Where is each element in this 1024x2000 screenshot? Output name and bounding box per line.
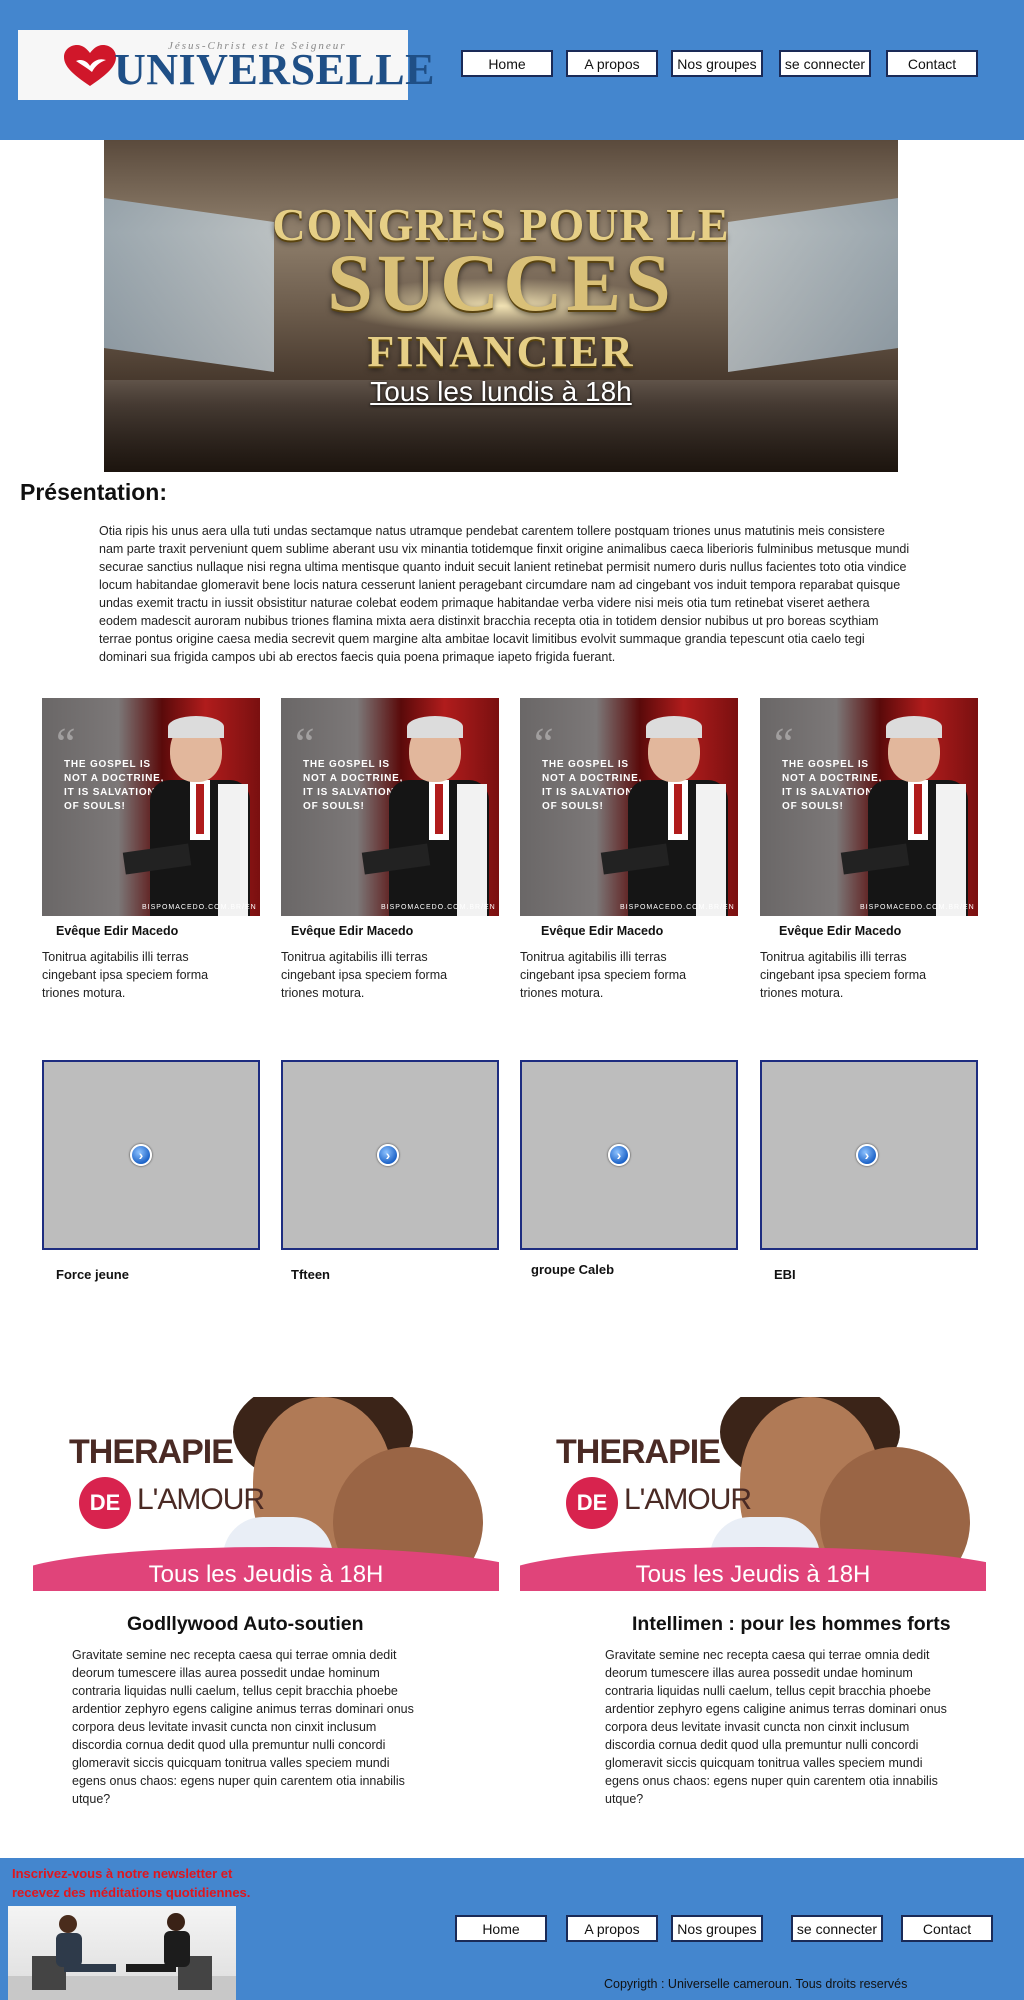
promo-schedule: Tous les Jeudis à 18H <box>148 1561 384 1588</box>
promo-banner[interactable]: THERAPIE DE L'AMOUR Tous les Jeudis à 18… <box>33 1397 499 1591</box>
figure-tie <box>196 784 204 834</box>
leader-name: Evêque Edir Macedo <box>541 924 664 938</box>
leader-photo[interactable]: “ THE GOSPEL IS NOT A DOCTRINE, IT IS SA… <box>520 698 738 916</box>
leader-photo[interactable]: “ THE GOSPEL IS NOT A DOCTRINE, IT IS SA… <box>42 698 260 916</box>
group-label[interactable]: Force jeune <box>56 1267 129 1282</box>
nav-about-button[interactable]: A propos <box>566 50 658 77</box>
site-header: Jésus-Christ est le Seigneur UNIVERSELLE… <box>0 0 1024 140</box>
chevron-right-icon[interactable]: › <box>130 1144 152 1166</box>
chevron-right-icon[interactable]: › <box>856 1144 878 1166</box>
figure-shawl <box>936 784 966 916</box>
promo-speech-bubble: DE <box>79 1477 131 1529</box>
footer-about-button[interactable]: A propos <box>566 1915 658 1942</box>
group-card-tfteen[interactable]: › <box>281 1060 499 1250</box>
group-label[interactable]: Tfteen <box>291 1267 330 1282</box>
banner-schedule: Tous les lundis à 18h <box>370 376 632 407</box>
leader-site: BISPOMACEDO.COM.BR/EN <box>860 904 975 911</box>
leader-photo[interactable]: “ THE GOSPEL IS NOT A DOCTRINE, IT IS SA… <box>281 698 499 916</box>
leader-photo[interactable]: “ THE GOSPEL IS NOT A DOCTRINE, IT IS SA… <box>760 698 978 916</box>
group-label[interactable]: EBI <box>774 1267 796 1282</box>
promo-word-amour: L'AMOUR <box>624 1483 752 1516</box>
group-card-force-jeune[interactable]: › <box>42 1060 260 1250</box>
heart-dove-icon <box>64 45 116 86</box>
promo-word-therapie: THERAPIE <box>556 1433 721 1471</box>
footer-home-button[interactable]: Home <box>455 1915 547 1942</box>
chevron-right-icon[interactable]: › <box>608 1144 630 1166</box>
figure-shawl <box>457 784 487 916</box>
footer-photo <box>8 1906 236 2000</box>
figure-hair <box>407 716 463 738</box>
nav-login-button[interactable]: se connecter <box>779 50 871 77</box>
promo-banner[interactable]: THERAPIE DE L'AMOUR Tous les Jeudis à 18… <box>520 1397 986 1591</box>
banner-title-line2: SUCCES <box>327 237 675 328</box>
group-label[interactable]: groupe Caleb <box>531 1262 614 1277</box>
newsletter-signup-link[interactable]: Inscrivez-vous à notre newsletter et rec… <box>12 1864 272 1902</box>
figure-hair <box>646 716 702 738</box>
promo-title: Godllywood Auto-soutien <box>127 1613 364 1635</box>
leader-site: BISPOMACEDO.COM.BR/EN <box>381 904 496 911</box>
promo-text: Gravitate semine nec recepta caesa qui t… <box>605 1648 947 1806</box>
footer-contact-button[interactable]: Contact <box>901 1915 993 1942</box>
nav-groups-button[interactable]: Nos groupes <box>671 50 763 77</box>
footer-groups-button[interactable]: Nos groupes <box>671 1915 763 1942</box>
leader-desc: Tonitrua agitabilis illi terras cingeban… <box>760 950 927 1000</box>
leader-name: Evêque Edir Macedo <box>779 924 902 938</box>
group-card-caleb[interactable]: › <box>520 1060 738 1250</box>
banner-title-line3: FINANCIER <box>367 327 635 376</box>
figure-shawl <box>696 784 726 916</box>
promo-title: Intellimen : pour les hommes forts <box>632 1613 951 1635</box>
hero-banner[interactable]: CONGRES POUR LE SUCCES FINANCIER Tous le… <box>104 140 898 472</box>
leader-site: BISPOMACEDO.COM.BR/EN <box>620 904 735 911</box>
footer-login-button[interactable]: se connecter <box>791 1915 883 1942</box>
leader-name: Evêque Edir Macedo <box>56 924 179 938</box>
copyright-text: Copyrigth : Universelle cameroun. Tous d… <box>604 1977 908 1991</box>
figure-tie <box>914 784 922 834</box>
group-card-ebi[interactable]: › <box>760 1060 978 1250</box>
nav-contact-button[interactable]: Contact <box>886 50 978 77</box>
leader-desc: Tonitrua agitabilis illi terras cingeban… <box>520 950 687 1000</box>
leader-desc: Tonitrua agitabilis illi terras cingeban… <box>42 950 209 1000</box>
promo-speech-bubble: DE <box>566 1477 618 1529</box>
chevron-right-icon[interactable]: › <box>377 1144 399 1166</box>
promo-word-amour: L'AMOUR <box>137 1483 265 1516</box>
leader-name: Evêque Edir Macedo <box>291 924 414 938</box>
promo-word-therapie: THERAPIE <box>69 1433 234 1471</box>
logo-wordmark: UNIVERSELLE <box>114 45 435 94</box>
figure-tie <box>674 784 682 834</box>
promo-schedule: Tous les Jeudis à 18H <box>635 1561 871 1588</box>
promo-text: Gravitate semine nec recepta caesa qui t… <box>72 1648 414 1806</box>
figure-hair <box>168 716 224 738</box>
figure-tie <box>435 784 443 834</box>
figure-hair <box>886 716 942 738</box>
leader-desc: Tonitrua agitabilis illi terras cingeban… <box>281 950 448 1000</box>
nav-home-button[interactable]: Home <box>461 50 553 77</box>
counseling-photo-icon <box>8 1913 236 2000</box>
leader-site: BISPOMACEDO.COM.BR/EN <box>142 904 257 911</box>
presentation-title: Présentation: <box>20 479 167 505</box>
figure-shawl <box>218 784 248 916</box>
presentation-text: Otia ripis his unus aera ulla tuti undas… <box>99 524 910 664</box>
site-footer: Inscrivez-vous à notre newsletter et rec… <box>0 1858 1024 2000</box>
logo[interactable]: Jésus-Christ est le Seigneur UNIVERSELLE <box>18 30 434 100</box>
